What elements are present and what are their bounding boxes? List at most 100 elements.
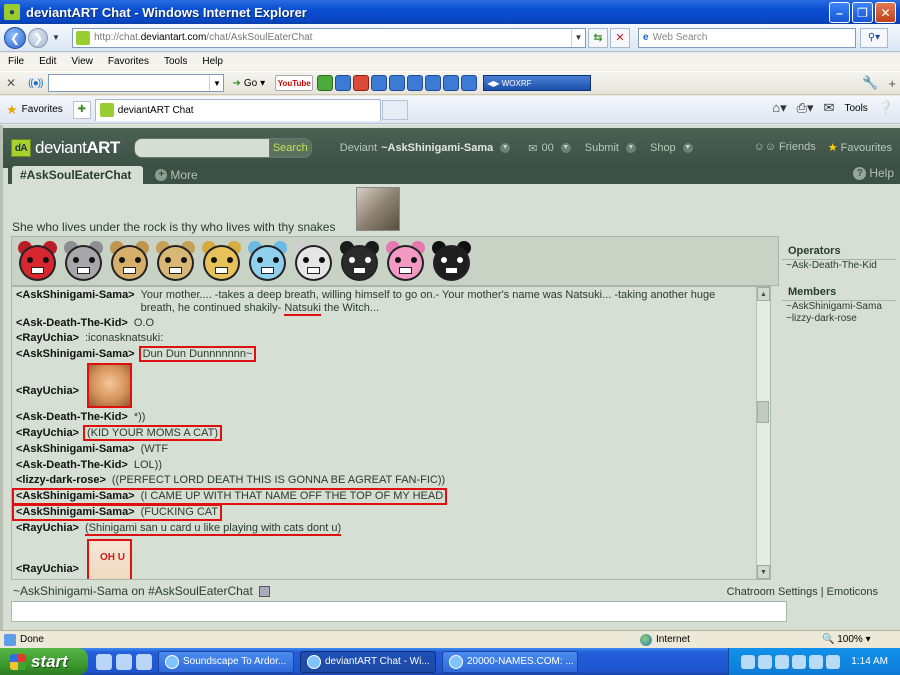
add-icon[interactable]: + — [888, 76, 896, 91]
message-nick[interactable]: <AskShinigami-Sama> — [16, 490, 135, 502]
web-search-input[interactable]: e Web Search — [638, 27, 856, 48]
submit-menu[interactable]: Submit ▼ — [585, 142, 636, 154]
chat-scrollbar[interactable]: ▲ ▼ — [756, 287, 770, 579]
tray-icon[interactable] — [792, 654, 807, 669]
toolbar-close-icon[interactable]: ✕ — [6, 76, 16, 90]
message-nick[interactable]: <RayUchia> — [16, 427, 79, 439]
toolbar-search-input[interactable]: ▼ — [48, 74, 225, 92]
tool-icon[interactable] — [371, 75, 388, 91]
record-icon[interactable] — [353, 75, 370, 91]
menu-view[interactable]: View — [71, 56, 93, 67]
favourites-link[interactable]: ★ Favourites — [828, 141, 892, 154]
play-icon[interactable] — [407, 75, 424, 91]
url-input[interactable]: http://chat. deviantart.com/chat/AskSoulE… — [72, 27, 586, 48]
youtube-button[interactable]: YouTube — [275, 75, 314, 91]
favorites-button[interactable]: ★ Favorites — [6, 102, 63, 118]
tool-icon[interactable] — [461, 75, 478, 91]
scrollbar-thumb[interactable] — [757, 401, 769, 423]
emoticons-link[interactable]: Emoticons — [827, 586, 878, 598]
messages-menu[interactable]: ✉ 00 ▼ — [528, 142, 571, 155]
home-icon[interactable]: ⌂▾ — [772, 100, 786, 116]
menu-edit[interactable]: Edit — [39, 56, 56, 67]
refresh-button[interactable]: ⇆ — [588, 27, 608, 48]
minimize-button[interactable]: – — [829, 2, 850, 23]
tab-asksouleaterchat[interactable]: #AskSoulEaterChat — [12, 166, 144, 184]
tray-icon[interactable] — [741, 654, 756, 669]
member-item[interactable]: ~AskShinigami-Sama — [782, 301, 896, 313]
back-button[interactable]: ❮ — [4, 26, 26, 49]
wrench-icon[interactable]: 🔧 — [862, 75, 878, 91]
radio-icon[interactable]: ((●)) — [28, 78, 43, 89]
forward-button[interactable]: ❯ — [28, 27, 48, 48]
tray-icon[interactable] — [775, 654, 790, 669]
toolbar-go-button[interactable]: ➜ Go ▾ — [232, 78, 265, 89]
message-nick[interactable]: <Ask-Death-The-Kid> — [16, 459, 128, 471]
oh-u-image[interactable]: OH U — [86, 539, 132, 579]
message-nick[interactable]: <RayUchia> — [16, 522, 79, 534]
taskbar-item[interactable]: 20000-NAMES.COM: ... — [442, 650, 578, 673]
member-item[interactable]: ~lizzy-dark-rose — [782, 313, 896, 325]
security-zone[interactable]: Internet — [640, 633, 690, 646]
messenger-icon[interactable] — [136, 653, 152, 670]
friends-link[interactable]: ☺☺ Friends — [753, 141, 815, 154]
message-nick[interactable]: <AskShinigami-Sama> — [16, 506, 135, 518]
message-nick[interactable]: <Ask-Death-The-Kid> — [16, 411, 128, 423]
add-favorite-button[interactable]: ✚ — [72, 100, 91, 119]
toolbar-right: 🔧 + — [862, 75, 896, 91]
history-dropdown-icon[interactable]: ▼ — [52, 33, 62, 42]
da-logo[interactable]: dA deviantART — [11, 138, 120, 158]
message-nick[interactable]: <lizzy-dark-rose> — [16, 474, 106, 486]
more-tab[interactable]: + More — [155, 166, 198, 184]
maximize-button[interactable]: ❐ — [852, 2, 873, 23]
taskbar-item-active[interactable]: deviantART Chat - Wi... — [300, 650, 436, 673]
tab-deviantart-chat[interactable]: deviantART Chat — [94, 98, 381, 121]
chatroom-settings-link[interactable]: Chatroom Settings — [727, 586, 818, 598]
shop-menu[interactable]: Shop ▼ — [650, 142, 693, 154]
taskbar-item[interactable]: Soundscape To Ardor... — [158, 650, 294, 673]
menu-file[interactable]: File — [8, 56, 24, 67]
menu-favorites[interactable]: Favorites — [108, 56, 149, 67]
message-nick[interactable]: <AskShinigami-Sama> — [16, 443, 135, 455]
search-button[interactable]: ⚲▾ — [860, 27, 888, 48]
tray-icon[interactable] — [758, 654, 773, 669]
tool-icon[interactable] — [389, 75, 406, 91]
tool-icon[interactable] — [443, 75, 460, 91]
start-button[interactable]: start — [0, 648, 88, 675]
tool-icon[interactable] — [425, 75, 442, 91]
message-nick[interactable]: <AskShinigami-Sama> — [16, 348, 135, 360]
volume-icon[interactable] — [826, 654, 841, 669]
cat-image[interactable] — [86, 363, 132, 408]
menu-tools[interactable]: Tools — [164, 56, 187, 67]
chat-input[interactable] — [11, 601, 787, 622]
da-search-button[interactable]: Search — [269, 138, 312, 158]
ie-icon[interactable] — [116, 653, 132, 670]
stop-button[interactable]: ✕ — [610, 27, 630, 48]
url-dropdown-icon[interactable]: ▼ — [571, 28, 585, 47]
media-player-box[interactable]: ◀▶ WOXRF — [483, 75, 592, 91]
user-menu[interactable]: Deviant ~AskShinigami-Sama ▼ — [340, 142, 511, 154]
message-nick[interactable]: <AskShinigami-Sama> — [16, 289, 135, 301]
scroll-up-arrow-icon[interactable]: ▲ — [757, 287, 770, 301]
zoom-level[interactable]: 🔍 100% ▾ — [822, 634, 871, 645]
scroll-down-arrow-icon[interactable]: ▼ — [757, 565, 770, 579]
mail-icon[interactable]: ✉ — [824, 100, 835, 116]
quick-launch-icon[interactable] — [96, 653, 112, 670]
toolbar-dropdown-icon[interactable]: ▼ — [209, 75, 223, 91]
tool-icon[interactable] — [317, 75, 334, 91]
tools-menu[interactable]: Tools — [844, 103, 867, 114]
member-item[interactable]: ~Ask-Death-The-Kid — [782, 260, 896, 272]
message-nick[interactable]: <Ask-Death-The-Kid> — [16, 317, 128, 329]
help-icon[interactable]: ❔ — [878, 100, 894, 116]
da-search-input[interactable] — [133, 138, 270, 158]
tray-icon[interactable] — [809, 654, 824, 669]
tool-icon[interactable] — [335, 75, 352, 91]
message-nick[interactable]: <RayUchia> — [16, 563, 79, 575]
help-link[interactable]: ? Help — [853, 166, 894, 180]
menu-help[interactable]: Help — [202, 56, 223, 67]
new-tab-button[interactable] — [381, 99, 408, 120]
print-icon[interactable]: ⎙▾ — [797, 100, 814, 116]
close-button[interactable]: ✕ — [875, 2, 896, 23]
message-nick[interactable]: <RayUchia> — [16, 332, 79, 344]
list-icon[interactable] — [258, 585, 270, 597]
message-nick[interactable]: <RayUchia> — [16, 385, 79, 397]
